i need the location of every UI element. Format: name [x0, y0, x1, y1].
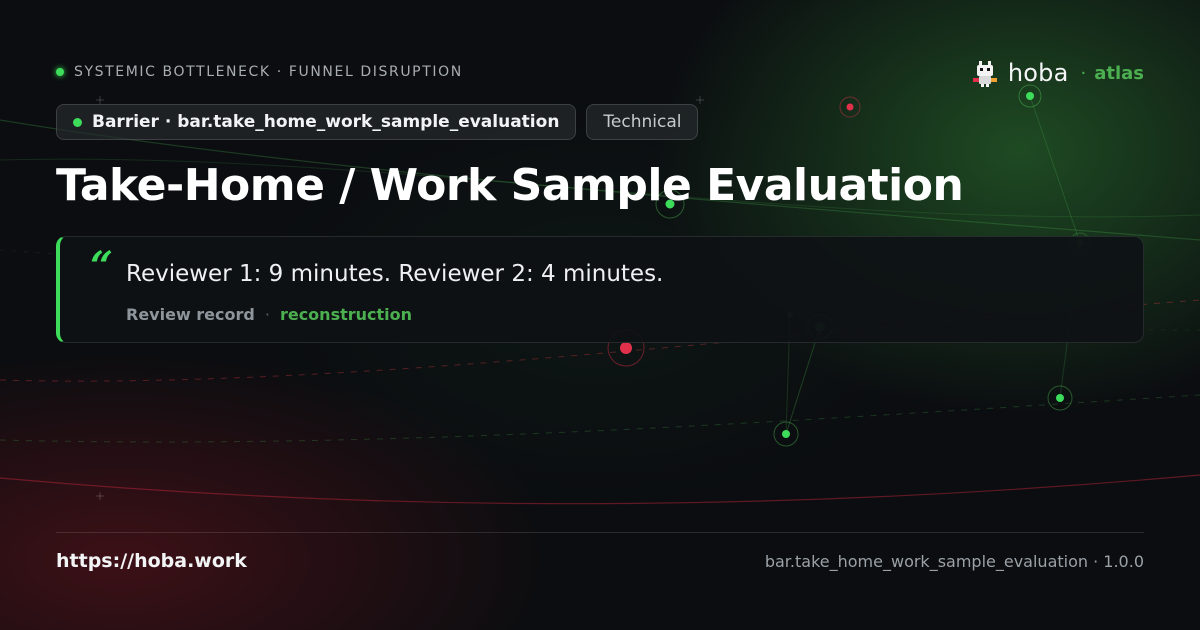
quote-text: Reviewer 1: 9 minutes. Reviewer 2: 4 min… — [126, 261, 664, 287]
quote-meta-separator: · — [264, 305, 270, 324]
quote-meta: Review record · reconstruction — [126, 305, 412, 324]
category-chip[interactable]: Technical — [586, 104, 699, 140]
bg-curve-red — [0, 474, 1200, 505]
brand-name: hoba — [1007, 59, 1069, 87]
brand-separator: · — [1080, 62, 1087, 84]
brand-sub: atlas — [1094, 62, 1144, 84]
category-chip-label: Technical — [603, 112, 682, 132]
chip-row: Barrier · bar.take_home_work_sample_eval… — [56, 104, 699, 140]
eyebrow-label: SYSTEMIC BOTTLENECK · FUNNEL DISRUPTION — [74, 64, 463, 80]
footer-url-link[interactable]: https://hoba.work — [56, 550, 247, 572]
barrier-chip[interactable]: Barrier · bar.take_home_work_sample_eval… — [56, 104, 577, 140]
footer-reference: bar.take_home_work_sample_evaluation · 1… — [764, 552, 1144, 571]
footer-divider — [56, 532, 1144, 533]
quote-mark-icon: “ — [90, 243, 114, 290]
green-dot-icon — [73, 117, 82, 127]
quote-card: “ Reviewer 1: 9 minutes. Reviewer 2: 4 m… — [56, 236, 1144, 343]
bg-dashed-green — [0, 394, 1200, 443]
barrier-chip-label: Barrier · bar.take_home_work_sample_eval… — [92, 112, 560, 132]
brand[interactable]: hoba · atlas — [970, 58, 1144, 88]
page-title: Take-Home / Work Sample Evaluation — [56, 160, 964, 211]
eyebrow: SYSTEMIC BOTTLENECK · FUNNEL DISRUPTION — [56, 64, 463, 80]
og-card: SYSTEMIC BOTTLENECK · FUNNEL DISRUPTION … — [0, 0, 1200, 630]
bg-node-green-6 — [1047, 385, 1073, 411]
bg-node-red-1 — [839, 96, 861, 118]
robot-mascot-icon — [972, 61, 997, 87]
green-dot-icon — [56, 68, 64, 76]
bg-link-1 — [1029, 95, 1081, 244]
quote-source: Review record — [126, 305, 255, 324]
quote-tag: reconstruction — [279, 305, 413, 324]
bg-link-3 — [785, 326, 821, 435]
bg-node-green-1 — [1018, 84, 1042, 108]
